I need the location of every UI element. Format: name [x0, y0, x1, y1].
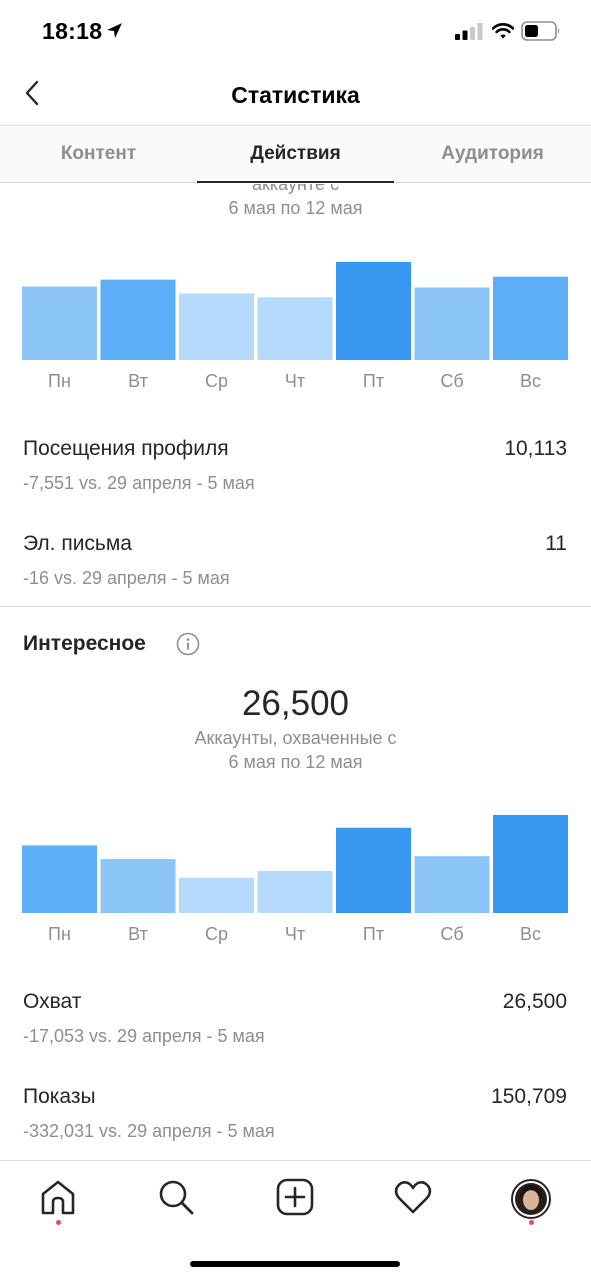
home-notification-dot [56, 1220, 61, 1225]
discovery-caption: Аккаунты, охваченные с 6 мая по 12 мая [0, 726, 591, 774]
discovery-day-label-4: Пт [363, 924, 384, 944]
profile-visits-value: 10,113 [504, 437, 567, 460]
discovery-bar-6[interactable] [493, 815, 568, 913]
cellular-signal-icon [455, 23, 483, 40]
profile-visits-label: Посещения профиля [23, 437, 229, 460]
home-indicator [190, 1261, 400, 1267]
actions-caption-line-2: 6 мая по 12 мая [228, 198, 363, 218]
reach-value: 26,500 [502, 990, 567, 1013]
discovery-day-label-5: Сб [440, 924, 463, 944]
status-bar: 18:18 [0, 0, 591, 62]
actions-bar-5[interactable] [414, 287, 490, 360]
discovery-day-label-2: Ср [205, 924, 228, 944]
actions-day-label-2: Ср [205, 371, 228, 391]
wifi-icon [492, 23, 514, 39]
profile-avatar-image [511, 1179, 551, 1219]
discovery-bar-2[interactable] [179, 877, 254, 913]
reach-big-number: 26,500 [241, 684, 350, 723]
navigation-header: Статистика [0, 62, 591, 126]
actions-day-label-0: Пн [48, 371, 71, 391]
emails-value: 11 [545, 532, 567, 555]
profile-avatar[interactable] [511, 1179, 551, 1219]
impressions-label: Показы [23, 1085, 96, 1108]
profile-notification-dot [529, 1220, 534, 1225]
actions-bar-chart-svg: Пн Вт Ср Чт Пт Сб Вс [22, 262, 568, 391]
actions-bar-4[interactable] [336, 262, 411, 360]
actions-bar-6[interactable] [493, 276, 568, 360]
profile-visits-delta: -7,551 vs. 29 апреля - 5 мая [23, 473, 255, 493]
actions-bar-chart: Пн Вт Ср Чт Пт Сб Вс [0, 260, 591, 400]
discovery-bar-chart-svg: Пн Вт Ср Чт Пт Сб Вс [22, 815, 568, 944]
actions-bar-3[interactable] [257, 297, 333, 360]
status-time: 18:18 [42, 18, 103, 44]
actions-bar-0[interactable] [22, 286, 97, 361]
home-icon[interactable] [38, 1177, 78, 1217]
tab-content[interactable]: Контент [0, 127, 197, 183]
discovery-caption-line-2: 6 мая по 12 мая [228, 752, 363, 772]
tab-actions[interactable]: Действия [197, 127, 394, 183]
discovery-day-label-1: Вт [128, 924, 148, 944]
reach-label: Охват [23, 990, 82, 1013]
insights-tabs: Контент Действия Аудитория [0, 127, 591, 183]
impressions-value: 150,709 [491, 1085, 567, 1108]
reach-delta: -17,053 vs. 29 апреля - 5 мая [23, 1026, 265, 1046]
discovery-bar-4[interactable] [336, 827, 411, 913]
battery-icon [521, 21, 560, 41]
actions-bar-2[interactable] [179, 293, 254, 360]
actions-day-label-4: Пт [363, 371, 384, 391]
emails-delta: -16 vs. 29 апреля - 5 мая [23, 568, 230, 588]
discovery-bar-chart: Пн Вт Ср Чт Пт Сб Вс [0, 813, 591, 953]
discovery-bar-1[interactable] [100, 859, 176, 913]
search-icon[interactable] [156, 1177, 196, 1217]
discovery-day-label-3: Чт [285, 924, 305, 944]
tab-audience[interactable]: Аудитория [394, 127, 591, 183]
emails-label: Эл. письма [23, 532, 132, 555]
actions-day-label-5: Сб [440, 371, 463, 391]
discovery-bar-3[interactable] [257, 870, 333, 913]
info-icon[interactable] [176, 632, 200, 656]
discovery-section-title: Интересное [23, 632, 146, 655]
activity-heart-icon[interactable] [393, 1177, 433, 1217]
discovery-caption-line-1: Аккаунты, охваченные с [194, 728, 397, 748]
actions-caption: аккаунте с 6 мая по 12 мая [0, 184, 591, 220]
section-divider [0, 606, 591, 607]
actions-day-label-1: Вт [128, 371, 148, 391]
location-arrow-icon [107, 23, 122, 38]
new-post-icon[interactable] [275, 1177, 315, 1217]
actions-caption-line-1: аккаунте с [252, 184, 339, 194]
discovery-day-label-6: Вс [520, 924, 541, 944]
page-title: Статистика [231, 82, 360, 108]
actions-day-label-3: Чт [285, 371, 305, 391]
discovery-bar-5[interactable] [414, 856, 490, 913]
actions-bar-1[interactable] [100, 279, 176, 360]
discovery-day-label-0: Пн [48, 924, 71, 944]
impressions-delta: -332,031 vs. 29 апреля - 5 мая [23, 1121, 275, 1141]
discovery-bar-0[interactable] [22, 845, 97, 913]
insights-scroll-area[interactable]: аккаунте с 6 мая по 12 мая Пн Вт Ср Чт Пт Сб В… [0, 184, 591, 1160]
actions-day-label-6: Вс [520, 371, 541, 391]
